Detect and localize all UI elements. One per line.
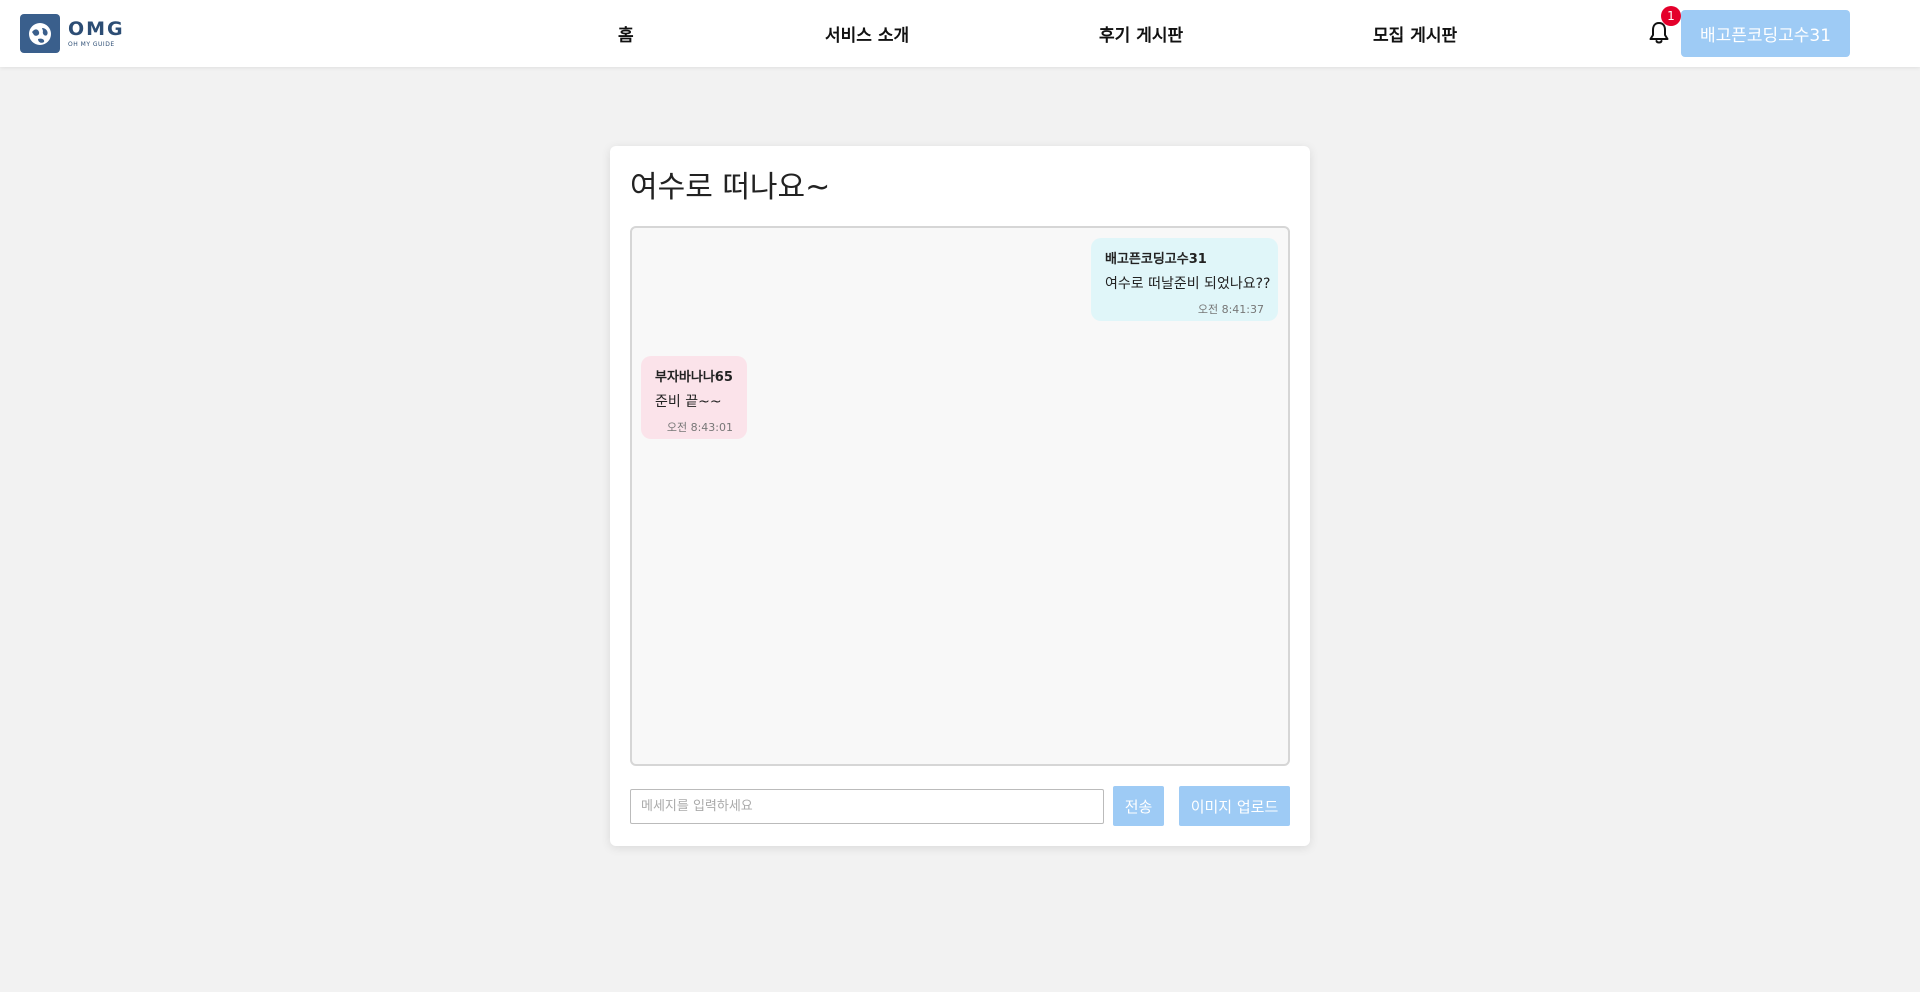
message-bubble-other: 부자바나나65 준비 끝~~ 오전 8:43:01 (641, 356, 747, 439)
nav-review-board[interactable]: 후기 게시판 (1099, 21, 1183, 46)
message-text: 준비 끝~~ (655, 394, 722, 410)
omg-logo[interactable]: OMG OH MY GUIDE (20, 14, 125, 53)
message-time: 오전 8:43:01 (666, 421, 733, 434)
nav-recruit-board[interactable]: 모집 게시판 (1373, 21, 1457, 46)
user-menu-button[interactable]: 배고픈코딩고수31 (1681, 10, 1850, 57)
image-upload-button[interactable]: 이미지 업로드 (1179, 786, 1290, 826)
logo-wordmark: OMG OH MY GUIDE (68, 17, 125, 48)
chat-room-card: 여수로 떠나요~ 배고픈코딩고수31 여수로 떠날준비 되었나요?? 오전 8:… (610, 146, 1310, 846)
logo-main-text: OMG (68, 17, 125, 40)
send-button[interactable]: 전송 (1113, 786, 1164, 826)
chat-room-title: 여수로 떠나요~ (630, 170, 831, 205)
nav-service-intro[interactable]: 서비스 소개 (825, 21, 909, 46)
globe-logo-icon (20, 14, 60, 53)
message-time: 오전 8:41:37 (1197, 303, 1264, 316)
message-sender: 배고픈코딩고수31 (1105, 252, 1207, 267)
nav-home[interactable]: 홈 (618, 21, 634, 46)
top-header: OMG OH MY GUIDE 홈 서비스 소개 후기 게시판 모집 게시판 1… (0, 0, 1920, 67)
message-text: 여수로 떠날준비 되었나요?? (1105, 276, 1271, 292)
message-sender: 부자바나나65 (655, 370, 733, 385)
message-bubble-mine: 배고픈코딩고수31 여수로 떠날준비 되었나요?? 오전 8:41:37 (1091, 238, 1278, 321)
notification-badge: 1 (1661, 6, 1681, 26)
logo-sub-text: OH MY GUIDE (68, 40, 115, 48)
message-input[interactable] (630, 789, 1104, 824)
chat-message-area[interactable]: 배고픈코딩고수31 여수로 떠날준비 되었나요?? 오전 8:41:37 부자바… (630, 226, 1290, 766)
